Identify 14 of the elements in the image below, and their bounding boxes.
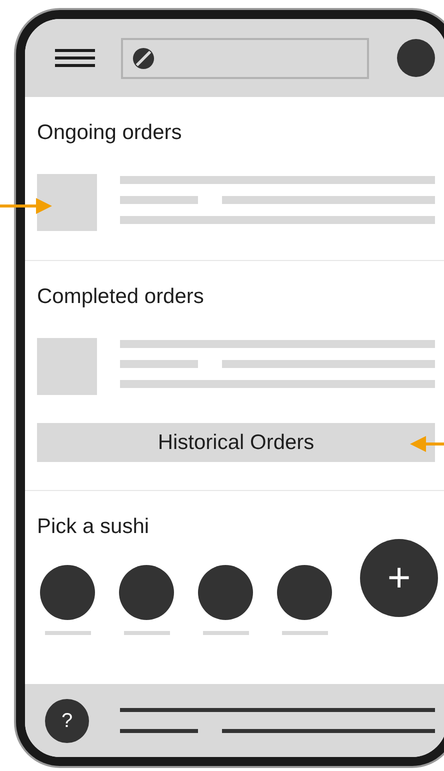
menu-icon[interactable] bbox=[55, 49, 95, 67]
avatar[interactable] bbox=[397, 39, 435, 77]
section-title: Ongoing orders bbox=[37, 121, 183, 145]
arrow-icon bbox=[410, 436, 444, 452]
section-title: Pick a sushi bbox=[37, 515, 150, 539]
image-placeholder bbox=[37, 338, 97, 395]
section-title: Completed orders bbox=[37, 285, 205, 309]
search-field[interactable] bbox=[121, 38, 369, 78]
slashed-circle-icon bbox=[132, 46, 155, 70]
help-button[interactable]: ? bbox=[45, 698, 89, 742]
image-placeholder bbox=[37, 174, 97, 231]
arrow-icon bbox=[0, 198, 52, 214]
add-button[interactable]: + bbox=[360, 539, 438, 617]
historical-orders-button[interactable]: Historical Orders bbox=[37, 423, 435, 462]
